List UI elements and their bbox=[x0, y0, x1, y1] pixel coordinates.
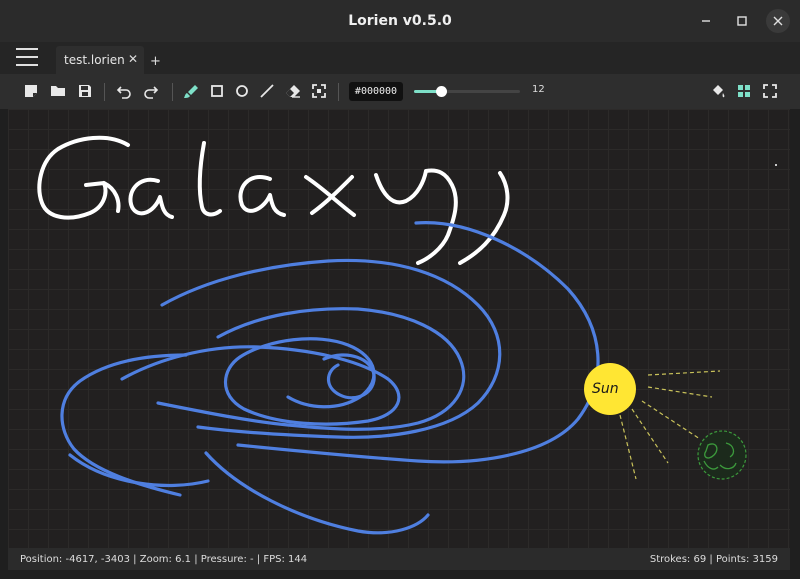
maximize-button[interactable] bbox=[730, 9, 754, 33]
zoom-level: Zoom: 6.1 bbox=[139, 553, 191, 565]
window-bottom-edge bbox=[0, 570, 800, 579]
slider-thumb[interactable] bbox=[435, 86, 447, 97]
tab-bar: test.lorien ✕ + bbox=[0, 42, 800, 74]
redo-icon[interactable] bbox=[142, 82, 160, 100]
galaxy-spiral-drawing bbox=[60, 221, 600, 535]
status-bar: Position: -4617, -3403 | Zoom: 6.1 | Pre… bbox=[8, 548, 790, 570]
selection-icon[interactable] bbox=[310, 82, 328, 100]
minimize-button[interactable] bbox=[694, 9, 718, 33]
circle-icon[interactable] bbox=[233, 82, 251, 100]
minimize-icon bbox=[702, 20, 710, 22]
cursor-position: Position: -4617, -3403 bbox=[20, 553, 130, 565]
strokes-count: Strokes: 69 bbox=[649, 553, 707, 565]
sun-label: Sun bbox=[592, 381, 619, 397]
tab-label: test.lorien bbox=[64, 53, 125, 67]
pressure-value: Pressure: - bbox=[200, 553, 254, 565]
brush-color-picker[interactable]: #000000 bbox=[349, 82, 403, 101]
fill-icon[interactable] bbox=[709, 82, 727, 100]
brush-size-value: 12 bbox=[532, 84, 545, 95]
handwritten-galaxy-title bbox=[37, 135, 777, 265]
tab-close-icon[interactable]: ✕ bbox=[128, 52, 138, 66]
brush-size-slider[interactable] bbox=[414, 86, 520, 97]
fullscreen-icon[interactable] bbox=[761, 82, 779, 100]
new-file-icon[interactable] bbox=[22, 82, 40, 100]
save-icon[interactable] bbox=[76, 82, 94, 100]
line-icon[interactable] bbox=[258, 82, 276, 100]
window-title: Lorien v0.5.0 bbox=[348, 13, 452, 29]
earth-drawing bbox=[697, 430, 747, 480]
close-window-button[interactable] bbox=[766, 9, 790, 33]
undo-icon[interactable] bbox=[115, 82, 133, 100]
open-folder-icon[interactable] bbox=[49, 82, 67, 100]
toolbar-divider bbox=[338, 83, 339, 101]
fps-value: FPS: 144 bbox=[263, 553, 308, 565]
menu-icon[interactable] bbox=[16, 48, 38, 66]
toolbar-divider bbox=[104, 83, 105, 101]
window-controls bbox=[694, 9, 790, 33]
close-icon bbox=[773, 16, 783, 26]
add-tab-button[interactable]: + bbox=[150, 54, 161, 69]
eraser-icon[interactable] bbox=[284, 82, 302, 100]
tab-test-lorien[interactable]: test.lorien ✕ bbox=[56, 46, 144, 74]
status-left: Position: -4617, -3403 | Zoom: 6.1 | Pre… bbox=[20, 554, 650, 565]
maximize-icon bbox=[737, 16, 747, 26]
grid-icon[interactable] bbox=[735, 82, 753, 100]
rectangle-icon[interactable] bbox=[208, 82, 226, 100]
toolbar-divider bbox=[172, 83, 173, 101]
points-count: Points: 3159 bbox=[715, 553, 778, 565]
toolbar: #000000 12 bbox=[0, 74, 800, 109]
title-bar: Lorien v0.5.0 bbox=[0, 0, 800, 42]
brush-icon[interactable] bbox=[182, 82, 200, 100]
drawing-canvas[interactable]: Sun bbox=[8, 109, 790, 548]
status-right: Strokes: 69 | Points: 3159 bbox=[650, 554, 778, 565]
